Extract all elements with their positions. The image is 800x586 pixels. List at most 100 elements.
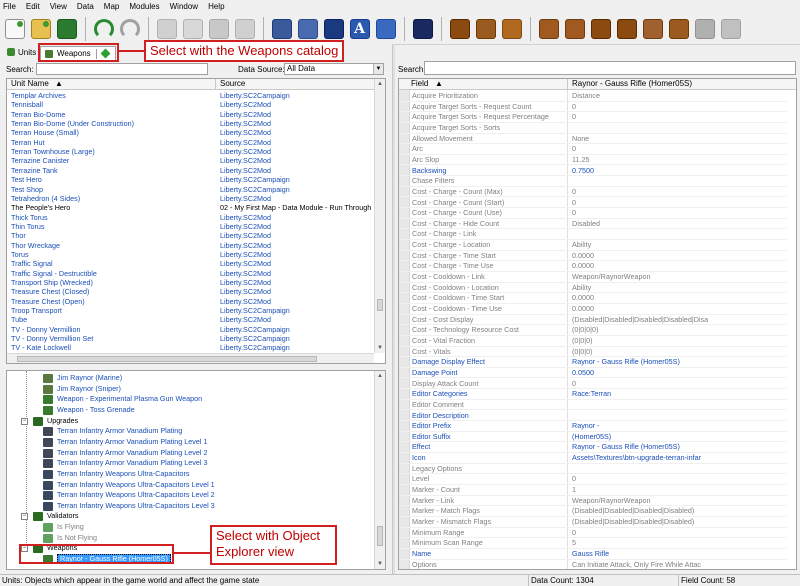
field-row[interactable]: Display Attack Count 0	[399, 379, 787, 390]
filter-icon[interactable]	[666, 16, 691, 42]
table-row[interactable]: Thin Torus Liberty.SC2Mod	[7, 222, 374, 231]
field-row[interactable]: Acquire Target Sorts - Request Count 0	[399, 102, 787, 113]
save-icon[interactable]	[54, 16, 79, 42]
undo-icon[interactable]	[91, 16, 116, 42]
table-row[interactable]: Traffic Signal - Destructible Liberty.SC2…	[7, 269, 374, 278]
menu-item-edit[interactable]: Edit	[26, 2, 40, 11]
grid-icon[interactable]	[588, 16, 613, 42]
field-row[interactable]: Legacy Options	[399, 464, 787, 475]
units-tab-label[interactable]: Units	[18, 48, 36, 57]
field-row[interactable]: Allowed Movement None	[399, 134, 787, 145]
table-row[interactable]: Terrazine Tank Liberty.SC2Mod	[7, 166, 374, 175]
hscroll-thumb[interactable]	[17, 356, 317, 362]
table-row[interactable]: Thick Torus Liberty.SC2Mod	[7, 213, 374, 222]
menu-item-data[interactable]: Data	[77, 2, 94, 11]
menu-item-view[interactable]: View	[50, 2, 67, 11]
field-row[interactable]: Arc 0	[399, 144, 787, 155]
collapse-icon[interactable]	[562, 16, 587, 42]
tree-item[interactable]: Terran Infantry Weapons Ultra-Capacitors…	[7, 501, 367, 512]
field-row[interactable]: Editor Comment	[399, 400, 787, 411]
field-row[interactable]: Backswing 0.7500	[399, 166, 787, 177]
table-row[interactable]: Terran Hut Liberty.SC2Mod	[7, 138, 374, 147]
add-user-icon[interactable]	[718, 16, 743, 42]
menu-item-help[interactable]: Help	[208, 2, 224, 11]
table-row[interactable]: Terran Townhouse (Large) Liberty.SC2Mod	[7, 147, 374, 156]
vertical-splitter[interactable]	[392, 44, 395, 574]
collapse-icon[interactable]: −	[21, 513, 28, 521]
tree-item[interactable]: Terran Infantry Weapons Ultra-Capacitors…	[7, 490, 367, 501]
field-row[interactable]: Cost - Technology Resource Cost (0|0|0|0)	[399, 325, 787, 336]
tree-item[interactable]: Terran Infantry Weapons Ultra-Capacitors…	[7, 480, 367, 491]
field-row[interactable]: Cost - Cooldown - Link Weapon/RaynorWeapo…	[399, 272, 787, 283]
tree-item[interactable]: Jim Raynor (Sniper)	[7, 384, 367, 395]
tree-item[interactable]: Terran Infantry Armor Vanadium Plating L…	[7, 458, 367, 469]
table-row[interactable]: Terran House (Small) Liberty.SC2Mod	[7, 128, 374, 137]
scroll-down-icon[interactable]: ▼	[375, 343, 385, 353]
field-row[interactable]: Cost - Charge - Count (Start) 0	[399, 198, 787, 209]
tree-item[interactable]: Weapon - Experimental Plasma Gun Weapon	[7, 394, 367, 405]
tree-item[interactable]: Weapon - Toss Grenade	[7, 405, 367, 416]
units-tab-icon[interactable]	[7, 48, 15, 56]
field-row[interactable]: Cost - Cost Display (Disabled|Disabled|Di…	[399, 315, 787, 326]
field-row[interactable]: Cost - Vital Fraction (0|0|0)	[399, 336, 787, 347]
cut-icon[interactable]	[154, 16, 179, 42]
field-row[interactable]: Cost - Cooldown - Time Start 0.0000	[399, 293, 787, 304]
field-row[interactable]: Cost - Charge - Link	[399, 229, 787, 241]
tree-item[interactable]: Jim Raynor (Marine)	[7, 373, 367, 384]
new-icon[interactable]	[2, 16, 27, 42]
tree-item[interactable]: − Validators	[7, 511, 367, 522]
table-row[interactable]: Treasure Chest (Closed) Liberty.SC2Mod	[7, 287, 374, 296]
field-row[interactable]: Cost - Charge - Count (Max) 0	[399, 187, 787, 198]
user-icon[interactable]	[692, 16, 717, 42]
menu-item-window[interactable]: Window	[170, 2, 198, 11]
col-field[interactable]: Field	[411, 79, 428, 89]
tree-item[interactable]: Terran Infantry Armor Vanadium Plating L…	[7, 437, 367, 448]
field-row[interactable]: Chase Filters	[399, 176, 787, 187]
delete-icon[interactable]	[232, 16, 257, 42]
columns-icon[interactable]	[614, 16, 639, 42]
raw-data-icon[interactable]	[640, 16, 665, 42]
text-editor-icon[interactable]: A	[347, 16, 372, 42]
field-row[interactable]: Cost - Charge - Time Use 0.0000	[399, 261, 787, 272]
field-row[interactable]: Minimum Range 0	[399, 528, 787, 539]
table-row[interactable]: TV - Kate Lockwell Liberty.SC2Campaign	[7, 343, 374, 352]
field-row[interactable]: Editor Prefix Raynor -	[399, 421, 787, 432]
table-row[interactable]: Terran Bio-Dome Liberty.SC2Mod	[7, 110, 374, 119]
menu-item-map[interactable]: Map	[104, 2, 120, 11]
field-row[interactable]: Marker - Count 1	[399, 485, 787, 496]
field-row[interactable]: Marker - Mismatch Flags (Disabled|Disable…	[399, 517, 787, 528]
table-row[interactable]: TV - Donny Vermillion Set Liberty.SC2Camp…	[7, 334, 374, 343]
table-row[interactable]: TV - Donny Vermillion Liberty.SC2Campaign	[7, 325, 374, 334]
scroll-up-icon[interactable]: ▲	[375, 79, 385, 89]
field-row[interactable]: Marker - Match Flags (Disabled|Disabled|D…	[399, 506, 787, 517]
menu-item-modules[interactable]: Modules	[129, 2, 159, 11]
scroll-thumb[interactable]	[377, 526, 383, 546]
layout-icon[interactable]	[447, 16, 472, 42]
import-editor-icon[interactable]	[373, 16, 398, 42]
table-row[interactable]: Tube Liberty.SC2Mod	[7, 315, 374, 324]
table-row[interactable]: Thor Liberty.SC2Mod	[7, 231, 374, 240]
field-row[interactable]: Acquire Prioritization Distance	[399, 91, 787, 102]
field-row[interactable]: Cost - Charge - Time Start 0.0000	[399, 251, 787, 262]
scroll-up-icon[interactable]: ▲	[375, 371, 385, 381]
table-row[interactable]: Traffic Signal Liberty.SC2Mod	[7, 259, 374, 268]
field-row[interactable]: Editor Suffix (Homer05S)	[399, 432, 787, 443]
field-row[interactable]: Acquire Target Sorts - Request Percentag…	[399, 112, 787, 123]
field-row[interactable]: Cost - Vitals (0|0|0)	[399, 347, 787, 358]
field-row[interactable]: Level 0	[399, 474, 787, 485]
col-value[interactable]: Raynor - Gauss Rifle (Homer05S)	[572, 79, 692, 89]
table-row[interactable]: Troop Transport Liberty.SC2Campaign	[7, 306, 374, 315]
units-list-vscroll[interactable]: ▲ ▼	[374, 79, 385, 353]
field-row[interactable]: Effect Raynor - Gauss Rifle (Homer05S)	[399, 442, 787, 454]
table-row[interactable]: Templar Archives Liberty.SC2Campaign	[7, 91, 374, 100]
trigger-editor-icon[interactable]	[295, 16, 320, 42]
field-row[interactable]: Minimum Scan Range 5	[399, 538, 787, 549]
field-row[interactable]: Options Can Initiate Attack, Only Fire Wh…	[399, 560, 787, 569]
scroll-thumb[interactable]	[377, 299, 383, 311]
data-editor-icon[interactable]	[321, 16, 346, 42]
field-row[interactable]: Cost - Charge - Count (Use) 0	[399, 208, 787, 219]
table-row[interactable]: Test Hero Liberty.SC2Campaign	[7, 175, 374, 184]
field-row[interactable]: Marker - Link Weapon/RaynorWeapon	[399, 496, 787, 507]
table-view-icon[interactable]	[473, 16, 498, 42]
table-row[interactable]: Thor Wreckage Liberty.SC2Mod	[7, 241, 374, 250]
